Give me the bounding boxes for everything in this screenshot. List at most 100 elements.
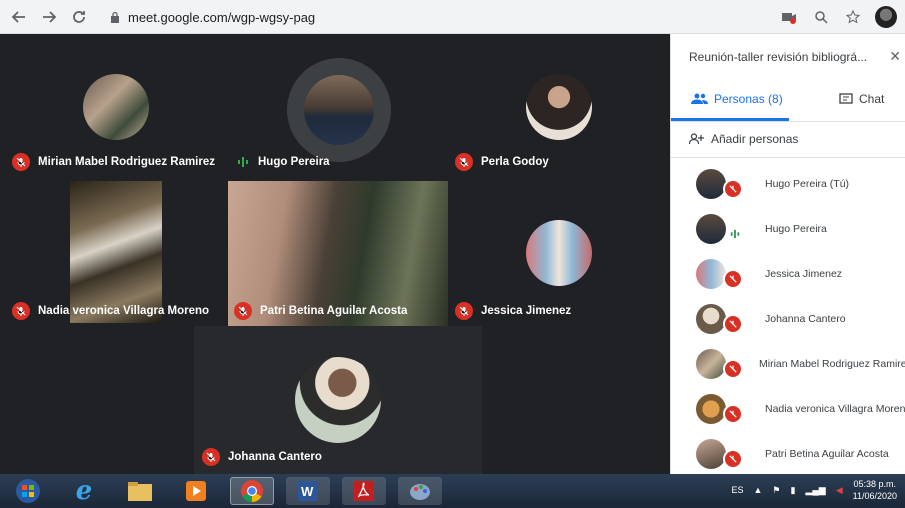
mic-off-icon [455, 302, 473, 320]
people-icon [691, 93, 708, 104]
person-name: Mirian Mabel Rodriguez Ramire [759, 358, 905, 370]
person-name: Patri Betina Aguilar Acosta [765, 448, 889, 460]
address-bar[interactable]: meet.google.com/wgp-wgsy-pag [110, 5, 830, 29]
signal-icon[interactable]: ▂▄▆ [805, 485, 825, 496]
chrome-icon[interactable] [230, 477, 274, 505]
mic-off-icon [12, 302, 30, 320]
mic-off-icon [723, 359, 743, 379]
internet-explorer-icon[interactable]: e [62, 476, 106, 506]
person-row[interactable]: Johanna Cantero [671, 297, 905, 342]
tab-label: Personas (8) [714, 92, 783, 106]
video-grid: Mirian Mabel Rodriguez Ramirez Hugo Pere… [0, 34, 670, 474]
add-people-label: Añadir personas [711, 132, 799, 146]
person-row[interactable]: Nadia veronica Villagra Moren [671, 387, 905, 432]
avatar [696, 439, 726, 469]
participant-name: Hugo Pereira [258, 156, 330, 168]
avatar [696, 214, 726, 244]
url-text: meet.google.com/wgp-wgsy-pag [128, 9, 316, 25]
speaking-indicator-icon [727, 226, 743, 242]
participant-name: Johanna Cantero [228, 451, 322, 463]
tab-chat[interactable]: Chat [839, 92, 884, 106]
svg-text:W: W [301, 484, 314, 499]
file-explorer-icon[interactable] [118, 477, 162, 505]
browser-toolbar: meet.google.com/wgp-wgsy-pag [0, 0, 905, 34]
participant-label: Jessica Jimenez [455, 302, 571, 320]
avatar [696, 394, 726, 424]
lock-icon [111, 11, 119, 23]
add-people-button[interactable]: Añadir personas [689, 132, 798, 146]
taskbar: e W ES ▲ ⚑ ▮ ▂▄▆ ◀ 05:38 p.m. 11/06/2020 [0, 474, 905, 508]
person-name: Nadia veronica Villagra Moren [765, 403, 905, 415]
windows-start-icon[interactable] [8, 477, 48, 505]
tab-people[interactable]: Personas (8) [691, 92, 783, 106]
reload-icon[interactable] [68, 6, 90, 28]
person-name: Hugo Pereira [765, 223, 827, 235]
person-row[interactable]: Hugo Pereira (Tú) [671, 162, 905, 207]
person-name: Hugo Pereira (Tú) [765, 178, 850, 190]
participant-name: Mirian Mabel Rodriguez Ramirez [38, 156, 216, 168]
divider [671, 157, 905, 158]
clock-time: 05:38 p.m. [853, 479, 897, 489]
participant-label: Mirian Mabel Rodriguez Ramirez [12, 153, 215, 171]
mic-off-icon [723, 314, 743, 334]
paint-icon[interactable] [398, 477, 442, 505]
word-icon[interactable]: W [286, 477, 330, 505]
mic-off-icon [723, 404, 743, 424]
camera-blocked-icon[interactable] [779, 7, 799, 27]
clock[interactable]: 05:38 p.m. 11/06/2020 [853, 478, 897, 502]
participant-avatar [83, 74, 149, 140]
star-icon[interactable] [843, 7, 863, 27]
divider [671, 121, 905, 122]
mic-off-icon [723, 269, 743, 289]
mic-off-icon [455, 153, 473, 171]
people-panel: Reunión-taller revisión bibliográ... ✕ P… [670, 34, 905, 474]
person-row[interactable]: Jessica Jimenez [671, 252, 905, 297]
avatar [696, 259, 726, 289]
participant-avatar [526, 74, 592, 140]
mic-off-icon [723, 179, 743, 199]
person-name: Johanna Cantero [765, 313, 846, 325]
chevron-up-icon[interactable]: ▲ [754, 485, 763, 495]
participant-avatar [526, 220, 592, 286]
avatar [696, 304, 726, 334]
mic-off-icon [12, 153, 30, 171]
participant-avatar [304, 75, 374, 145]
profile-avatar[interactable] [875, 6, 897, 28]
person-row[interactable]: Patri Betina Aguilar Acosta [671, 432, 905, 477]
tab-label: Chat [859, 92, 885, 106]
zoom-icon[interactable] [811, 7, 831, 27]
close-icon[interactable]: ✕ [889, 48, 901, 65]
volume-icon[interactable]: ◀ [836, 485, 843, 496]
participant-name: Patri Betina Aguilar Acosta [260, 305, 408, 317]
mic-off-icon [723, 449, 743, 469]
meeting-title: Reunión-taller revisión bibliográ... [689, 50, 868, 64]
speaking-indicator-icon [234, 153, 252, 171]
participant-label: Patri Betina Aguilar Acosta [234, 302, 407, 320]
flag-icon[interactable]: ⚑ [772, 485, 780, 496]
language-indicator[interactable]: ES [731, 485, 743, 495]
mic-off-icon [202, 448, 220, 466]
forward-icon[interactable] [38, 6, 60, 28]
participant-label: Johanna Cantero [202, 448, 322, 466]
participant-name: Jessica Jimenez [481, 305, 572, 317]
system-tray: ES ▲ ⚑ ▮ ▂▄▆ ◀ 05:38 p.m. 11/06/2020 [731, 478, 897, 502]
chat-icon [839, 93, 853, 104]
add-person-icon [689, 133, 704, 145]
back-icon[interactable] [8, 6, 30, 28]
media-player-icon[interactable] [174, 477, 218, 505]
acrobat-icon[interactable] [342, 477, 386, 505]
participant-label: Hugo Pereira [234, 153, 330, 171]
participant-name: Perla Godoy [481, 156, 549, 168]
avatar [696, 169, 726, 199]
person-row[interactable]: Mirian Mabel Rodriguez Ramire [671, 342, 905, 387]
person-name: Jessica Jimenez [765, 268, 843, 280]
participant-avatar [295, 357, 381, 443]
participant-label: Nadia veronica Villagra Moreno [12, 302, 209, 320]
battery-icon[interactable]: ▮ [791, 485, 796, 496]
person-row[interactable]: Hugo Pereira [671, 207, 905, 252]
mic-off-icon [234, 302, 252, 320]
avatar [696, 349, 726, 379]
clock-date: 11/06/2020 [852, 491, 897, 501]
participant-name: Nadia veronica Villagra Moreno [38, 305, 210, 317]
participant-label: Perla Godoy [455, 153, 549, 171]
